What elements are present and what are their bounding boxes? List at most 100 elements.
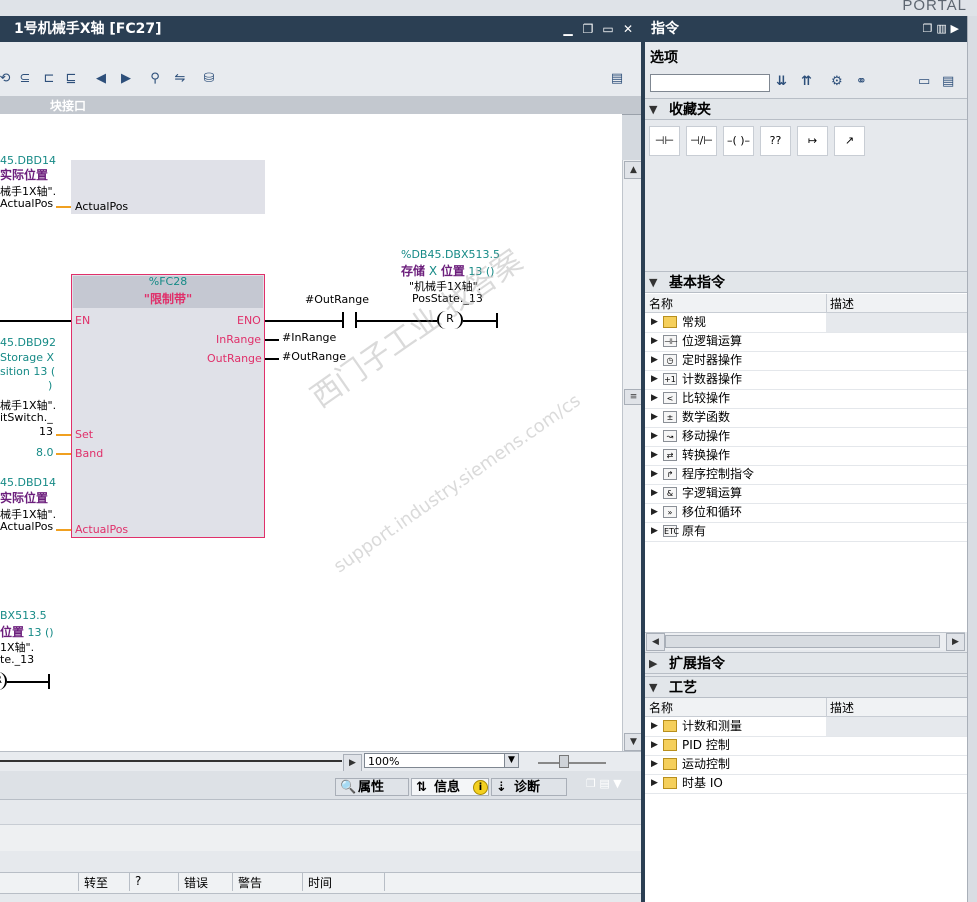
hscroll-track[interactable] [0, 760, 342, 762]
fav-close-branch[interactable]: ↗ [834, 126, 865, 156]
search-down-icon[interactable]: ⇊ [776, 74, 787, 89]
list-item[interactable]: ▶ ↝ 移动操作 [645, 427, 967, 447]
maximize-icon[interactable]: ▭ [601, 16, 615, 42]
pin-en: EN [75, 314, 91, 327]
list-view-icon[interactable]: ▤ [942, 74, 954, 89]
expand-icon[interactable]: ▶ [651, 522, 658, 541]
list-item[interactable]: ▶ ⊣⊢ 位逻辑运算 [645, 332, 967, 352]
col-warnings[interactable]: 警告 [238, 874, 262, 891]
expand-icon[interactable]: ▶ [651, 370, 658, 389]
scroll-right-icon[interactable]: ▶ [343, 754, 362, 772]
expand-icon[interactable]: ▶ [651, 351, 658, 370]
col-time[interactable]: 时间 [308, 874, 332, 891]
zoom-slider-thumb[interactable] [559, 755, 569, 768]
task-card-tabs[interactable] [967, 16, 977, 902]
list-item[interactable]: ▶ 运动控制 [645, 755, 967, 775]
list-item[interactable]: ▶ 计数和测量 [645, 717, 967, 737]
section-basic-instructions[interactable]: ▼ 基本指令 [645, 271, 967, 293]
expand-icon[interactable]: ▶ [651, 465, 658, 484]
basic-col-desc[interactable]: 描述 [830, 295, 854, 312]
block-interface-bar[interactable]: 块接口 [0, 96, 641, 115]
scroll-right-icon[interactable]: ▶ [946, 633, 965, 651]
inspector-window-buttons[interactable]: ❐ ▤ ▼ [586, 777, 636, 790]
search-input[interactable] [650, 74, 770, 92]
database-icon[interactable]: ⛁ [200, 70, 218, 88]
next-error-icon[interactable]: ▶ [117, 70, 135, 88]
basic-col-name[interactable]: 名称 [649, 295, 673, 312]
fav-coil[interactable]: –( )– [723, 126, 754, 156]
zoom-select[interactable]: 100% [364, 753, 519, 768]
expand-icon[interactable]: ▶ [651, 332, 658, 351]
actual-tag: 实际位置 [0, 491, 49, 505]
list-item[interactable]: ▶ ± 数学函数 [645, 408, 967, 428]
section-extended-instructions[interactable]: ▶ 扩展指令 [645, 652, 967, 674]
tab-diagnostics[interactable]: ⇣ 诊断 [491, 778, 567, 796]
fc28-block[interactable] [71, 274, 265, 538]
close-icon[interactable]: ✕ [621, 16, 635, 42]
fav-no-contact[interactable]: ⊣⊢ [649, 126, 680, 156]
list-item[interactable]: ▶ PID 控制 [645, 736, 967, 756]
insert-branch-icon[interactable]: ⊏ [40, 70, 58, 88]
list-item[interactable]: ▶ & 字逻辑运算 [645, 484, 967, 504]
editor-vscroll[interactable]: ▲ ≡ ▼ [622, 160, 643, 751]
math-icon: ± [663, 411, 677, 423]
minimize-icon[interactable]: ▁ [561, 16, 575, 42]
chevron-down-icon: ▼ [649, 103, 658, 116]
expand-icon[interactable]: ▶ [651, 755, 658, 774]
list-item[interactable]: ▶ ETC 原有 [645, 522, 967, 542]
list-item[interactable]: ▶ ↱ 程序控制指令 [645, 465, 967, 485]
fav-open-branch[interactable]: ↦ [797, 126, 828, 156]
scroll-left-icon[interactable]: ◀ [646, 633, 665, 651]
zoom-dropdown-icon[interactable]: ▼ [504, 753, 519, 768]
list-item[interactable]: ▶ 时基 IO [645, 774, 967, 794]
search-up-icon[interactable]: ⇈ [801, 74, 812, 89]
fav-empty-box[interactable]: ?? [760, 126, 791, 156]
link-icon[interactable]: ⚭ [856, 74, 867, 89]
coil-tag-a: 存储 [401, 264, 426, 278]
filter-icon[interactable]: ⚙ [831, 74, 843, 89]
expand-icon[interactable]: ▶ [651, 389, 658, 408]
section-favorites[interactable]: ▼ 收藏夹 [645, 98, 967, 120]
tab-properties[interactable]: 🔍 属性 [335, 778, 409, 796]
list-item[interactable]: ▶ +1 计数器操作 [645, 370, 967, 390]
list-item[interactable]: ▶ » 移位和循环 [645, 503, 967, 523]
expand-icon[interactable]: ▶ [651, 313, 658, 332]
zoom-slider[interactable] [538, 762, 606, 764]
list-item[interactable]: ▶ ◷ 定时器操作 [645, 351, 967, 371]
expand-icon[interactable]: ▶ [651, 736, 658, 755]
go-online-icon[interactable]: ⟲ [0, 70, 14, 88]
hscroll-thumb[interactable] [665, 635, 940, 648]
panel-window-buttons[interactable]: ❐ ▥ ▶ [923, 16, 959, 42]
basic-hscroll[interactable]: ◀ ▶ [645, 632, 965, 651]
list-item[interactable]: ▶ ⇄ 转换操作 [645, 446, 967, 466]
close-branch-icon[interactable]: ⊑ [62, 70, 80, 88]
previous-error-icon[interactable]: ◀ [92, 70, 110, 88]
set-line1: Storage X [0, 351, 55, 364]
list-item[interactable]: ▶ < 比较操作 [645, 389, 967, 409]
expand-icon[interactable]: ▶ [651, 774, 658, 793]
portal-label: PORTAL [902, 0, 967, 14]
fav-nc-contact[interactable]: ⊣/⊢ [686, 126, 717, 156]
outrange-wire [265, 358, 279, 360]
reset-coil[interactable]: R [437, 311, 463, 329]
expand-icon[interactable]: ▶ [651, 484, 658, 503]
expand-icon[interactable]: ▶ [651, 446, 658, 465]
layout-icon[interactable]: ▭ [918, 74, 930, 89]
expand-icon[interactable]: ▶ [651, 408, 658, 427]
monitor-icon[interactable]: ⚲ [146, 70, 164, 88]
expand-icon[interactable]: ▶ [651, 717, 658, 736]
expand-icon[interactable]: ▶ [651, 427, 658, 446]
col-goto[interactable]: 转至 [84, 874, 108, 891]
view-icon[interactable]: ▤ [608, 70, 626, 88]
expand-icon[interactable]: ▶ [651, 503, 658, 522]
section-technology[interactable]: ▼ 工艺 [645, 676, 967, 698]
tech-col-name[interactable]: 名称 [649, 699, 673, 716]
col-errors[interactable]: 错误 [184, 874, 208, 891]
restore-icon[interactable]: ❐ [581, 16, 595, 42]
rail-end [496, 313, 498, 328]
insert-network-icon[interactable]: ⊆ [16, 70, 34, 88]
list-item[interactable]: ▶ 常规 [645, 313, 967, 333]
compare-icon[interactable]: ⇋ [171, 70, 189, 88]
tech-col-desc[interactable]: 描述 [830, 699, 854, 716]
col-question[interactable]: ? [135, 874, 141, 888]
